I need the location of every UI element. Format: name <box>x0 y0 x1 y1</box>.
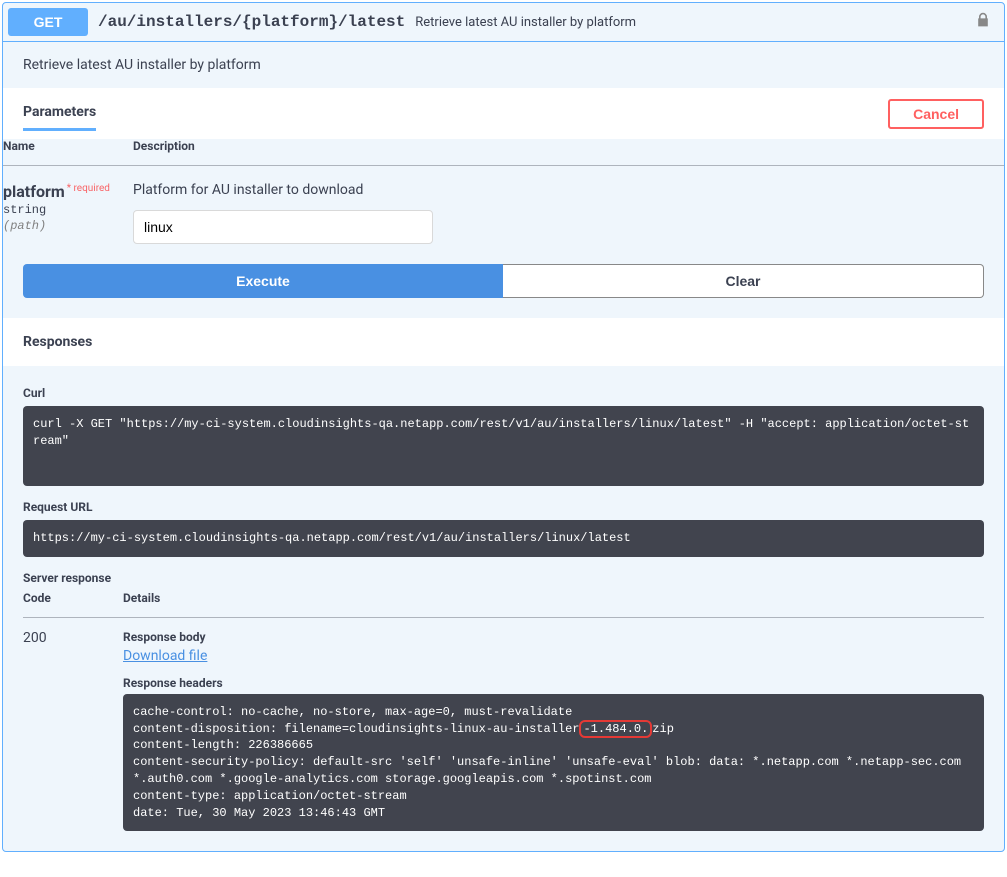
status-code: 200 <box>23 617 123 831</box>
responses-header: Responses <box>3 318 1004 366</box>
col-details: Details <box>123 591 984 618</box>
method-badge: GET <box>8 8 88 36</box>
param-name: platform <box>3 182 65 201</box>
operation-block: GET /au/installers/{platform}/latest Ret… <box>2 2 1005 852</box>
platform-input[interactable] <box>133 210 433 244</box>
col-name: Name <box>3 139 133 166</box>
response-headers-label: Response headers <box>123 676 984 690</box>
parameters-table: Name Description platform* required stri… <box>3 139 1004 244</box>
clear-button[interactable]: Clear <box>503 264 984 298</box>
curl-command[interactable]: curl -X GET "https://my-ci-system.cloudi… <box>23 406 984 486</box>
param-in: (path) <box>3 219 133 233</box>
execute-button[interactable]: Execute <box>23 264 503 298</box>
operation-description: Retrieve latest AU installer by platform <box>3 42 1004 88</box>
request-url-label: Request URL <box>23 500 984 514</box>
header-line: cache-control: no-cache, no-store, max-a… <box>133 704 974 721</box>
header-line: content-disposition: filename=cloudinsig… <box>133 721 974 738</box>
header-line: content-security-policy: default-src 'se… <box>133 754 974 788</box>
col-description: Description <box>133 139 1004 166</box>
param-type: string <box>3 201 133 219</box>
server-response-label: Server response <box>23 571 984 585</box>
curl-label: Curl <box>23 386 984 400</box>
endpoint-path: /au/installers/{platform}/latest <box>88 13 415 31</box>
parameters-tab-header: Parameters Cancel <box>3 88 1004 139</box>
header-line: content-type: application/octet-stream <box>133 788 974 805</box>
execute-bar: Execute Clear <box>3 244 1004 318</box>
parameter-row: platform* required string (path) Platfor… <box>3 166 1004 245</box>
cancel-button[interactable]: Cancel <box>888 99 984 129</box>
param-description: Platform for AU installer to download <box>133 182 1004 198</box>
responses-section: Curl curl -X GET "https://my-ci-system.c… <box>3 366 1004 851</box>
lock-icon[interactable] <box>975 12 991 32</box>
endpoint-summary: Retrieve latest AU installer by platform <box>415 15 975 30</box>
response-row: 200 Response body Download file Response… <box>23 617 984 831</box>
header-line: date: Tue, 30 May 2023 13:46:43 GMT <box>133 805 974 822</box>
required-marker: * required <box>65 183 110 194</box>
response-body-label: Response body <box>123 630 984 644</box>
download-file-link[interactable]: Download file <box>123 648 207 664</box>
operation-summary[interactable]: GET /au/installers/{platform}/latest Ret… <box>3 3 1004 42</box>
header-line: content-length: 226386665 <box>133 737 974 754</box>
col-code: Code <box>23 591 123 618</box>
tab-parameters[interactable]: Parameters <box>23 96 96 131</box>
request-url[interactable]: https://my-ci-system.cloudinsights-qa.ne… <box>23 520 984 557</box>
highlighted-version: -1.484.0. <box>579 720 652 738</box>
response-table: Code Details 200 Response body Download … <box>23 591 984 832</box>
response-headers-block[interactable]: cache-control: no-cache, no-store, max-a… <box>123 694 984 832</box>
responses-title: Responses <box>23 326 984 358</box>
